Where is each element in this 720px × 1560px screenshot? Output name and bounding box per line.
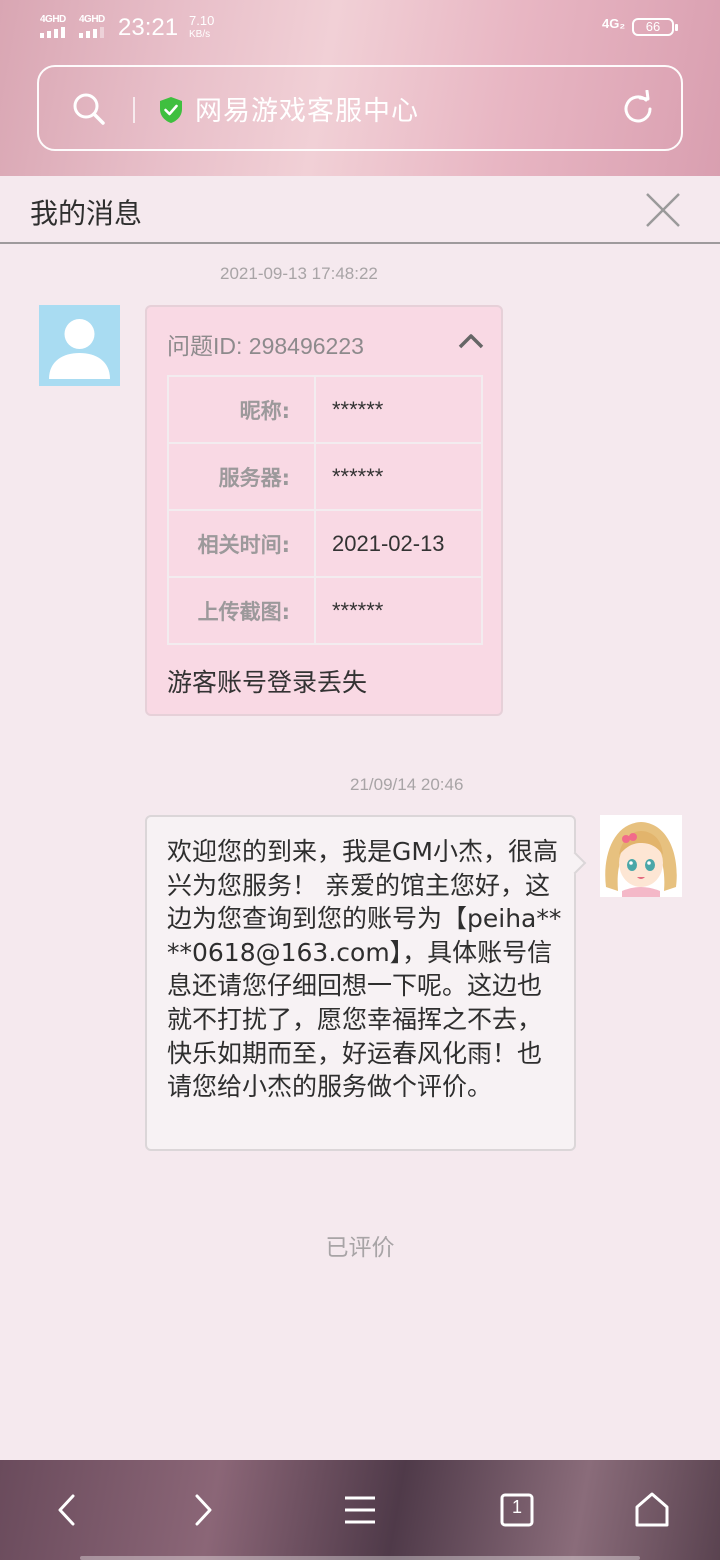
user-avatar [39, 305, 120, 386]
home-icon[interactable] [627, 1485, 677, 1535]
table-row: 相关时间: 2021-02-13 [167, 509, 483, 578]
refresh-icon[interactable] [619, 90, 657, 128]
rated-label: 已评价 [325, 1235, 395, 1261]
signal-1-label: 4GHD [40, 14, 66, 25]
menu-icon[interactable] [335, 1485, 385, 1535]
tabs-button[interactable]: 1 [492, 1485, 542, 1535]
user-silhouette-icon [49, 319, 110, 379]
status-bar: 4GHD 4GHD 23:21 7.10 KB/s 4G₂ 66 [0, 0, 720, 56]
row-label-time: 相关时间: [167, 509, 316, 578]
ticket-card: 问题ID: 298496223 昵称: ****** 服务器: ****** 相… [145, 305, 503, 716]
browser-toolbar: 1 [0, 1460, 720, 1560]
battery-icon: 66 [632, 18, 678, 36]
row-value-time: 2021-02-13 [314, 509, 483, 578]
signal-2-icon: 4GHD [79, 14, 113, 38]
network-type: 4G₂ [602, 16, 626, 31]
tab-count: 1 [511, 1497, 522, 1517]
battery-level: 66 [645, 19, 661, 34]
row-label-screenshot: 上传截图: [167, 576, 316, 645]
home-indicator [80, 1556, 640, 1560]
row-value-screenshot[interactable]: ****** [314, 576, 483, 645]
network-speed-unit: KB/s [189, 29, 211, 40]
ticket-timestamp: 2021-09-13 17:48:22 [220, 264, 378, 283]
messages-header: 我的消息 [0, 176, 720, 244]
reply-timestamp: 21/09/14 20:46 [350, 775, 464, 794]
messages-title: 我的消息 [30, 197, 143, 230]
gm-avatar-illustration [600, 815, 682, 897]
back-icon[interactable] [43, 1485, 93, 1535]
address-bar[interactable]: 网易游戏客服中心 [37, 65, 683, 151]
network-speed-value: 7.10 [189, 13, 215, 28]
address-divider [133, 97, 135, 123]
search-icon[interactable] [71, 91, 107, 127]
close-icon[interactable] [644, 191, 682, 229]
gm-avatar [600, 815, 682, 897]
signal-2-label: 4GHD [79, 14, 105, 25]
network-speed: 7.10 KB/s [189, 14, 214, 42]
row-label-server: 服务器: [167, 442, 316, 511]
ticket-id: 问题ID: 298496223 [167, 333, 364, 359]
signal-1-icon: 4GHD [40, 14, 74, 38]
clock: 23:21 [118, 14, 179, 41]
row-label-nickname: 昵称: [167, 375, 316, 444]
table-row: 昵称: ****** [167, 375, 483, 444]
forward-icon[interactable] [177, 1485, 227, 1535]
chevron-up-icon[interactable] [457, 331, 485, 351]
reply-text: 欢迎您的到来，我是GM小杰，很高兴为您服务！ 亲爱的馆主您好，这边为您查询到您的… [167, 837, 562, 1102]
page-title[interactable]: 网易游戏客服中心 [195, 89, 419, 128]
row-value-nickname: ****** [314, 375, 483, 444]
ticket-details-table: 昵称: ****** 服务器: ****** 相关时间: 2021-02-13 … [167, 375, 483, 645]
reply-bubble: 欢迎您的到来，我是GM小杰，很高兴为您服务！ 亲爱的馆主您好，这边为您查询到您的… [145, 815, 576, 1151]
secure-shield-icon [160, 97, 182, 123]
row-value-server: ****** [314, 442, 483, 511]
table-row: 上传截图: ****** [167, 576, 483, 645]
browser-header: 4GHD 4GHD 23:21 7.10 KB/s 4G₂ 66 网易游戏客服中… [0, 0, 720, 176]
ticket-subject: 游客账号登录丢失 [167, 668, 368, 697]
table-row: 服务器: ****** [167, 442, 483, 511]
